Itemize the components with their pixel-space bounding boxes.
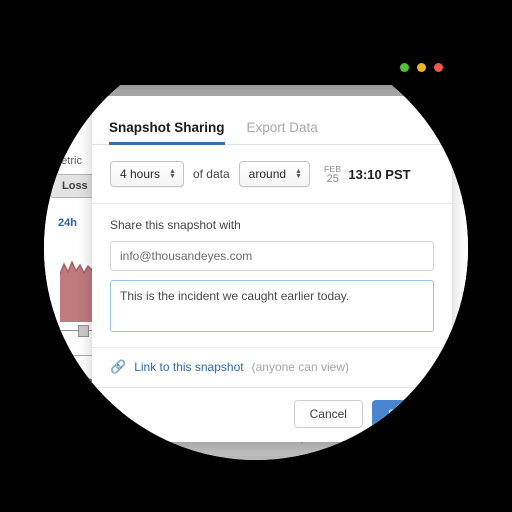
share-button[interactable]: Share [371,400,436,428]
snapshot-link-note: (anyone can view) [251,360,349,374]
cancel-button[interactable]: Cancel [293,400,363,428]
app-titlebar [44,85,468,96]
chart-date-label: Jan 26 [57,396,88,407]
of-data-label: of data [192,167,230,181]
share-message-textarea[interactable]: This is the incident we caught earlier t… [110,280,434,332]
background-application: Metric Loss 24h Jan 26 data from Tue, Fe… [44,36,468,460]
snapshot-sharing-dialog: Snapshot Sharing Export Data ✕ 4 hours ▲… [92,96,452,442]
share-with-label: Share this snapshot with [110,218,241,232]
circular-lens-mask: Metric Loss 24h Jan 26 data from Tue, Fe… [44,36,468,460]
stepper-arrows-icon: ▲ ▼ [169,168,176,180]
tab-export-data[interactable]: Export Data [247,120,318,145]
close-icon[interactable]: ✕ [426,108,439,123]
date-day: 25 [326,173,339,185]
time-range-24h-link[interactable]: 24h [58,217,77,229]
link-icon: 🔗 [110,359,127,374]
metric-label: Metric [52,155,82,167]
minimize-dot[interactable] [400,63,409,72]
snapshot-range-row: 4 hours ▲ ▼ of data around ▲ ▼ FEB 25 13… [92,145,452,204]
snapshot-time: 13:10 PST [348,166,411,182]
share-email-input[interactable] [110,241,434,271]
snapshot-datetime[interactable]: FEB 25 13:10 PST [324,164,411,185]
date-badge: FEB 25 [324,164,341,185]
snapshot-link-row: 🔗 Link to this snapshot (anyone can view… [92,347,452,388]
duration-select-value: 4 hours [120,167,161,181]
close-dot[interactable] [434,63,443,72]
relation-select-value: around [248,167,287,181]
window-chrome-bar [0,0,512,85]
snapshot-link[interactable]: Link to this snapshot [134,360,243,374]
chart-axis-handle[interactable] [78,325,89,337]
window-controls [400,63,443,72]
dialog-header: Snapshot Sharing Export Data ✕ [92,96,452,145]
dialog-tabs: Snapshot Sharing Export Data [109,120,318,145]
zoom-dot[interactable] [417,63,426,72]
tab-snapshot-sharing[interactable]: Snapshot Sharing [109,120,225,145]
screenshot-stage: Metric Loss 24h Jan 26 data from Tue, Fe… [0,0,512,512]
relation-select[interactable]: around ▲ ▼ [238,161,310,187]
stepper-arrows-icon: ▲ ▼ [295,168,302,180]
dialog-footer: Cancel Share [92,388,452,442]
share-section: Share this snapshot with This is the inc… [92,204,452,347]
duration-select[interactable]: 4 hours ▲ ▼ [110,161,184,187]
